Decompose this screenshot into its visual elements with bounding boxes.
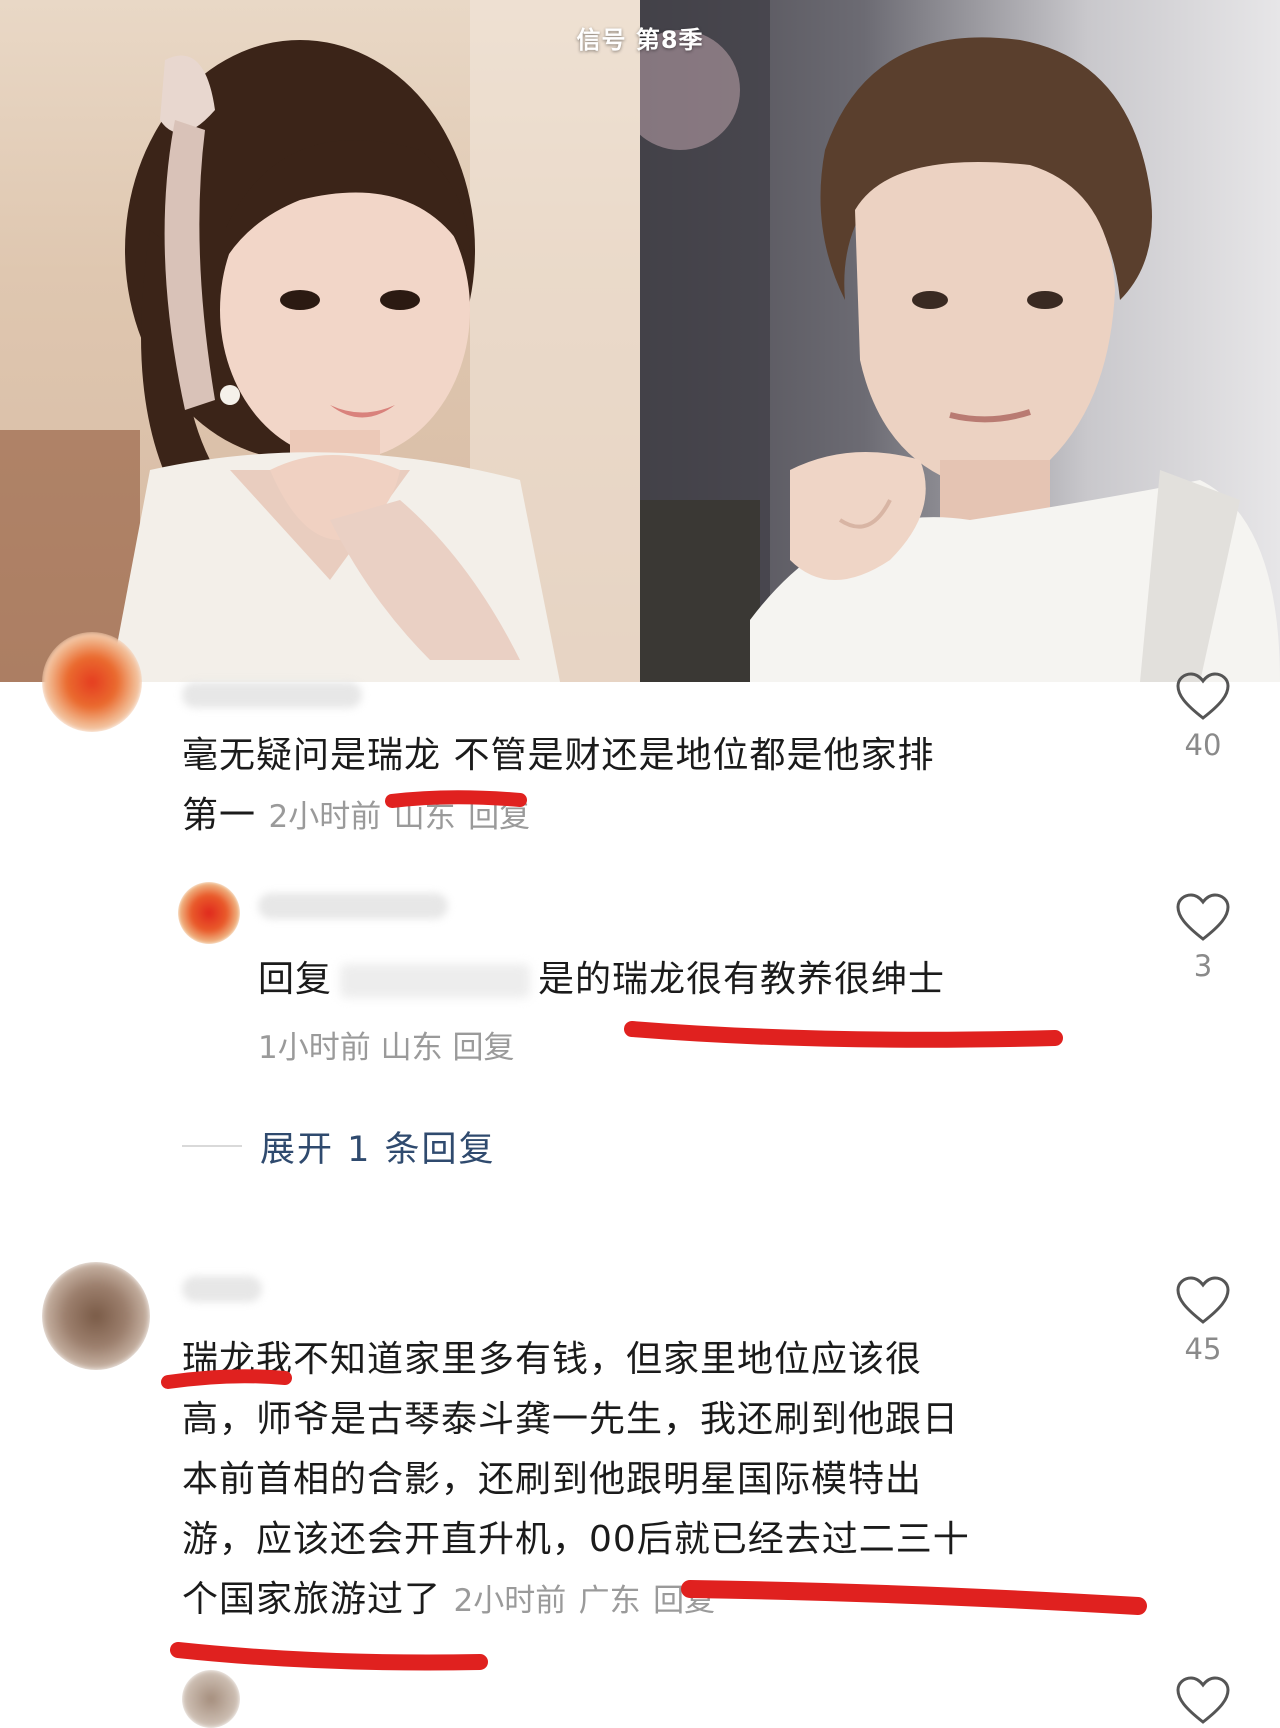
commenter-avatar[interactable] — [42, 1262, 150, 1370]
like-count: 40 — [1184, 728, 1222, 762]
comment-time: 2小时前 — [453, 1583, 567, 1619]
reply-prefix: 回复 — [258, 959, 333, 1000]
comment-text-line: 高，师爷是古琴泰斗龚一先生，我还刷到他跟日 — [182, 1399, 960, 1440]
commenter-name[interactable] — [182, 1276, 262, 1302]
commenter-avatar[interactable] — [42, 632, 142, 732]
heart-outline-icon — [1176, 1276, 1230, 1324]
like-count: 45 — [1184, 1332, 1222, 1366]
reply-like-count: 3 — [1193, 949, 1213, 983]
reply-like-button[interactable]: 3 — [1163, 893, 1243, 983]
heart-outline-icon — [1176, 1676, 1230, 1724]
expand-replies-label[interactable]: 展开 1 条回复 — [260, 1121, 496, 1172]
comment-text-line: 第一 2小时前 山东 回复 — [182, 786, 1102, 847]
comment-text: 瑞龙我不知道家里多有钱，但家里地位应该很 高，师爷是古琴泰斗龚一先生，我还刷到他… — [182, 1330, 1122, 1631]
man-photo — [640, 0, 1280, 682]
video-screenshot: 信号 第8季 — [0, 0, 1280, 682]
like-button[interactable]: 45 — [1163, 1276, 1243, 1366]
expand-replies-button[interactable]: 展开 1 条回复 — [182, 1120, 496, 1172]
show-title: 信号 第8季 — [576, 26, 704, 54]
reply-link[interactable]: 回复 — [653, 1583, 715, 1619]
woman-photo — [0, 0, 640, 682]
next-commenter-avatar[interactable] — [182, 1670, 240, 1728]
next-like-button[interactable] — [1163, 1676, 1243, 1726]
comment-text: 毫无疑问是瑞龙 不管是财还是地位都是他家排 第一 2小时前 山东 回复 — [182, 726, 1102, 847]
reply-link[interactable]: 回复 — [468, 799, 530, 835]
reply-meta: 1小时前 山东 回复 — [258, 1026, 514, 1070]
heart-outline-icon — [1176, 672, 1230, 720]
comment-text-line: 瑞龙我不知道家里多有钱，但家里地位应该很 — [182, 1339, 923, 1380]
reply-body: 是的瑞龙很有教养很绅士 — [538, 959, 946, 1000]
replied-user-blur[interactable] — [340, 964, 531, 998]
man-illustration — [640, 0, 1280, 682]
expand-divider — [182, 1145, 242, 1147]
heart-outline-icon — [1176, 893, 1230, 941]
commenter-name[interactable] — [182, 682, 362, 708]
comment-text-line: 个国家旅游过了 2小时前 广东 回复 — [182, 1570, 1122, 1631]
annotation-underline — [624, 1021, 1063, 1048]
reply-reply-link[interactable]: 回复 — [452, 1030, 514, 1066]
comment-location: 广东 — [578, 1583, 641, 1619]
comment-text-end: 第一 — [182, 795, 257, 836]
reply-avatar[interactable] — [178, 882, 240, 944]
comment-text-line: 毫无疑问是瑞龙 不管是财还是地位都是他家排 — [182, 735, 935, 776]
annotation-underline — [170, 1642, 488, 1671]
woman-illustration — [0, 0, 640, 682]
reply-user-name[interactable] — [258, 893, 448, 919]
reply-location: 山东 — [380, 1030, 443, 1066]
comment-time: 2小时前 — [268, 799, 382, 835]
like-button[interactable]: 40 — [1163, 672, 1243, 762]
comment-text-line: 本前首相的合影，还刷到他跟明星国际模特出 — [182, 1459, 923, 1500]
comment-location: 山东 — [393, 799, 456, 835]
reply-time: 1小时前 — [258, 1030, 371, 1066]
comment-text-end: 个国家旅游过了 — [182, 1579, 442, 1620]
reply-text: 回复 是的瑞龙很有教养很绅士 — [258, 950, 1118, 1010]
comment-text-line: 游，应该还会开直升机，00后就已经去过二三十 — [182, 1519, 970, 1560]
